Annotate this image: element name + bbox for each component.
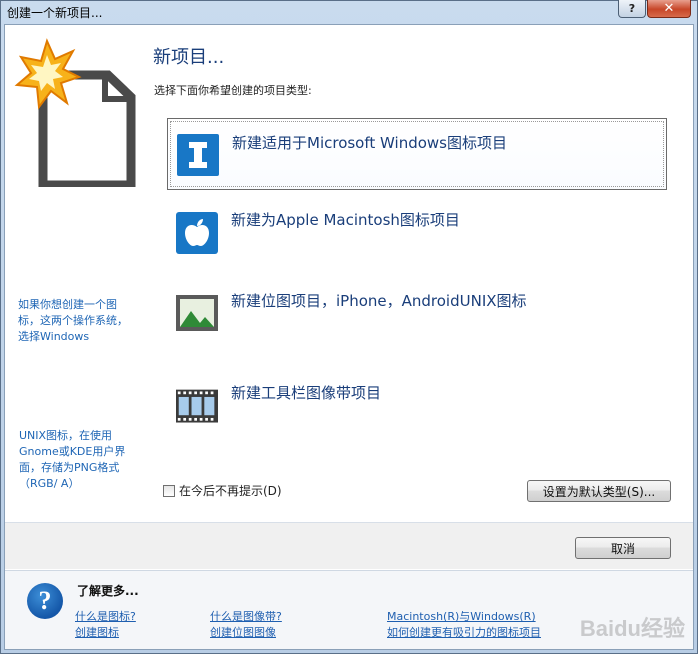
learn-more-title: 了解更多...	[77, 584, 139, 598]
cancel-button[interactable]: 取消	[575, 537, 671, 559]
title-bar[interactable]: 创建一个新项目... ? ✕	[1, 0, 697, 23]
question-mark-icon: ?	[27, 583, 63, 619]
windows-hint-note: 如果你想创建一个图标，这两个操作系统，选择Windows	[18, 298, 128, 343]
close-button[interactable]: ✕	[647, 0, 691, 18]
option-toolbar-strip-project[interactable]: 新建工具栏图像带项目	[167, 370, 667, 442]
link-mac-vs-windows[interactable]: Macintosh(R)与Windows(R)	[387, 608, 536, 624]
option-bitmap-label: 新建位图项目，iPhone，AndroidUNIX图标	[231, 292, 527, 310]
dont-show-again-label: 在今后不再提示(D)	[179, 484, 282, 498]
page-title: 新项目...	[153, 47, 225, 68]
link-create-icon[interactable]: 创建图标	[75, 624, 119, 640]
new-document-icon	[14, 38, 136, 187]
windows-icon-project-icon	[177, 134, 219, 176]
unix-hint-note: UNIX图标，在使用Gnome或KDE用户界面，存储为PNG格式（RGB/ A）	[19, 429, 126, 490]
learn-more-footer: ? 了解更多... 什么是图标? 创建图标 什么是图像带? 创建位图图像 Mac…	[5, 570, 693, 649]
dialog-client: 新项目... 选择下面你希望创建的项目类型: 新建适用于Microsoft Wi…	[4, 24, 694, 650]
link-what-is-icon[interactable]: 什么是图标?	[75, 608, 136, 624]
dialog-window: 创建一个新项目... ? ✕ 新项目... 选择下面你希望创建的项目类型: 新建…	[0, 0, 698, 654]
window-title: 创建一个新项目...	[7, 6, 103, 20]
option-windows-label: 新建适用于Microsoft Windows图标项目	[232, 134, 507, 152]
title-buttons: ? ✕	[618, 0, 691, 18]
landscape-image-icon	[176, 295, 218, 331]
link-what-is-image-strip[interactable]: 什么是图像带?	[210, 608, 282, 624]
option-toolbar-strip-label: 新建工具栏图像带项目	[231, 384, 382, 402]
checkbox-box[interactable]	[163, 484, 175, 497]
dont-show-again-checkbox[interactable]: 在今后不再提示(D)	[163, 482, 282, 499]
help-button[interactable]: ?	[618, 0, 646, 18]
link-create-bitmap[interactable]: 创建位图图像	[210, 624, 276, 640]
link-attractive-icons[interactable]: 如何创建更有吸引力的图标项目	[387, 624, 541, 640]
option-apple-label: 新建为Apple Macintosh图标项目	[231, 211, 460, 229]
set-default-type-button[interactable]: 设置为默认类型(S)...	[527, 480, 671, 502]
option-windows-icon-project[interactable]: 新建适用于Microsoft Windows图标项目	[167, 118, 667, 190]
baidu-watermark: Baidu经验	[579, 616, 685, 641]
page-subtitle: 选择下面你希望创建的项目类型:	[154, 84, 312, 97]
option-apple-icon-project[interactable]: 新建为Apple Macintosh图标项目	[167, 198, 667, 270]
content-area: 新项目... 选择下面你希望创建的项目类型: 新建适用于Microsoft Wi…	[5, 25, 693, 522]
film-strip-icon	[176, 389, 218, 423]
option-bitmap-project[interactable]: 新建位图项目，iPhone，AndroidUNIX图标	[167, 278, 667, 350]
apple-icon	[176, 212, 218, 254]
